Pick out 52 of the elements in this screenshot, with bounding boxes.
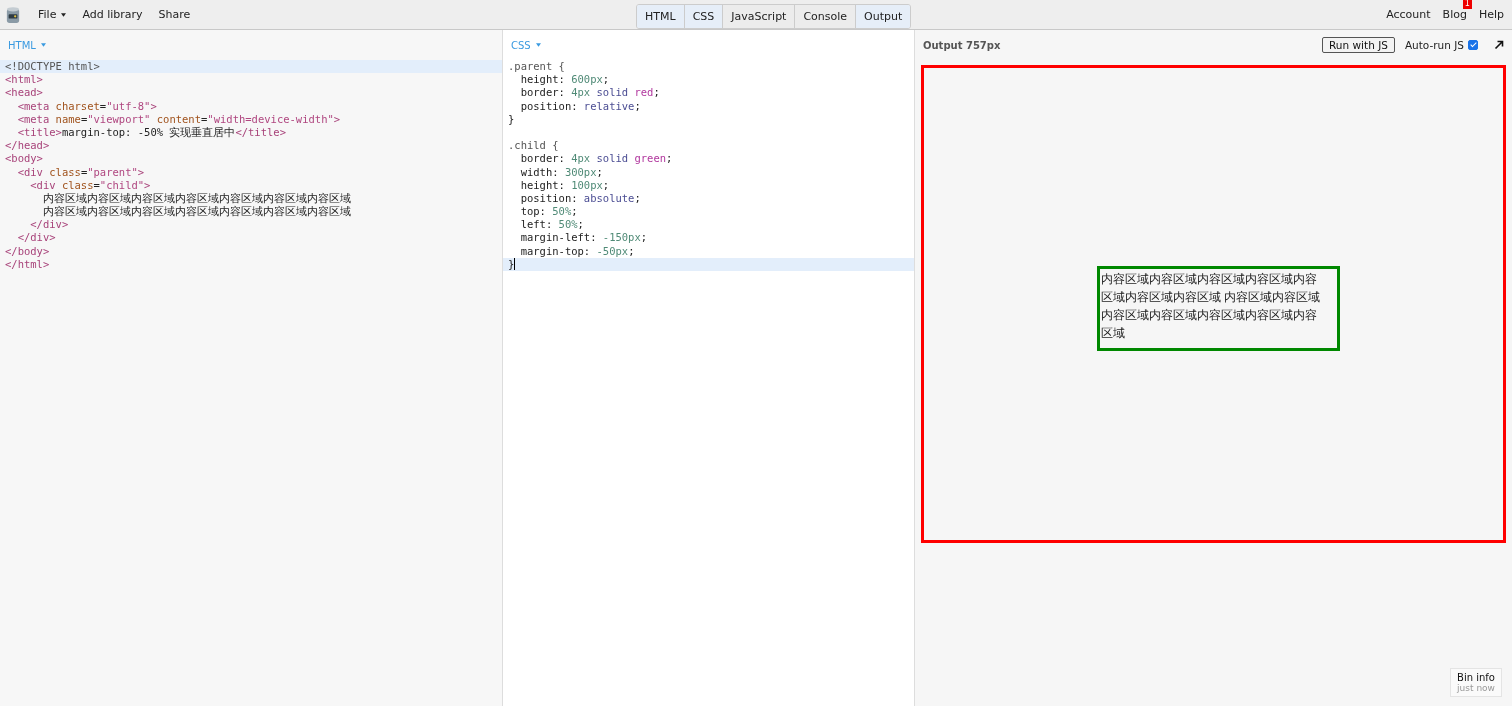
caret-icon [40,43,46,47]
preview-text: 内容区域内容区域内容区域内容区域内容区域内容区域内容区域 内容区域内容区域内容区域内容区域内容区域内容区域内容区域 [1100,271,1322,342]
code-line: <meta name="viewport" content="width=device-width"> [16,112,341,126]
code-line: margin-top: -50px; [519,244,635,258]
code-line: <html> [5,73,43,87]
top-link[interactable]: Blog [1442,8,1467,21]
panel-tab[interactable]: CSS [684,5,724,28]
notification-badge: 1 [1462,0,1472,9]
code-line: .parent { [508,60,565,74]
top-link[interactable]: Help [1478,8,1504,21]
code-line: width: 300px; [519,165,603,179]
checkbox[interactable] [1468,40,1478,50]
code-line: <head> [5,86,43,100]
code-line: </html> [5,257,50,271]
run-button[interactable]: Run with JS [1322,37,1395,53]
code-line: </head> [5,139,50,153]
logo-icon[interactable] [6,5,20,24]
code-line: position: absolute; [519,191,641,206]
menu-item[interactable]: File [32,6,73,23]
code-line: 内容区域内容区域内容区域内容区域内容区域内容区域内容区域 [41,205,351,219]
code-line: 内容区域内容区域内容区域内容区域内容区域内容区域内容区域 [41,191,351,206]
caret-icon [61,12,67,17]
menu-item[interactable]: Share [152,6,197,23]
popout-arrow-icon[interactable] [1494,40,1504,50]
auto-run-label: Auto-run JS [1404,39,1464,51]
code-line: .child { [508,139,559,153]
code-line: <div class="parent"> [16,165,145,179]
code-line: margin-left: -150px; [519,231,648,245]
code-line: </div> [16,231,56,245]
panel-tab[interactable]: HTML [637,5,685,28]
code-line: <body> [5,152,43,166]
code-line: <meta charset="utf-8"> [16,99,157,113]
code-line: </div> [29,218,69,232]
code-line: height: 100px; [519,178,610,192]
code-line: } [508,257,515,271]
caret-icon [535,43,541,47]
output-title: Output 757px [923,39,1001,51]
code-line: } [508,112,515,126]
code-line: border: 4px solid green; [519,152,673,166]
code-line: height: 600px; [519,73,610,87]
code-line: left: 50%; [519,218,584,232]
code-line: position: relative; [519,99,641,113]
code-line: border: 4px solid red; [519,86,660,100]
code-line: <div class="child"> [29,178,151,192]
panel-tab[interactable]: Output [856,5,911,28]
top-link[interactable]: Account [1386,8,1431,21]
code-line: </body> [5,244,50,258]
code-line: <title>margin-top: -50% 实现垂直居中</title> [16,125,286,140]
menu-item[interactable]: Add library [76,6,149,23]
code-line: <!DOCTYPE html> [5,60,100,74]
code-line: top: 50%; [519,205,578,219]
bin-info-panel[interactable]: Bin info just now [1450,668,1502,697]
